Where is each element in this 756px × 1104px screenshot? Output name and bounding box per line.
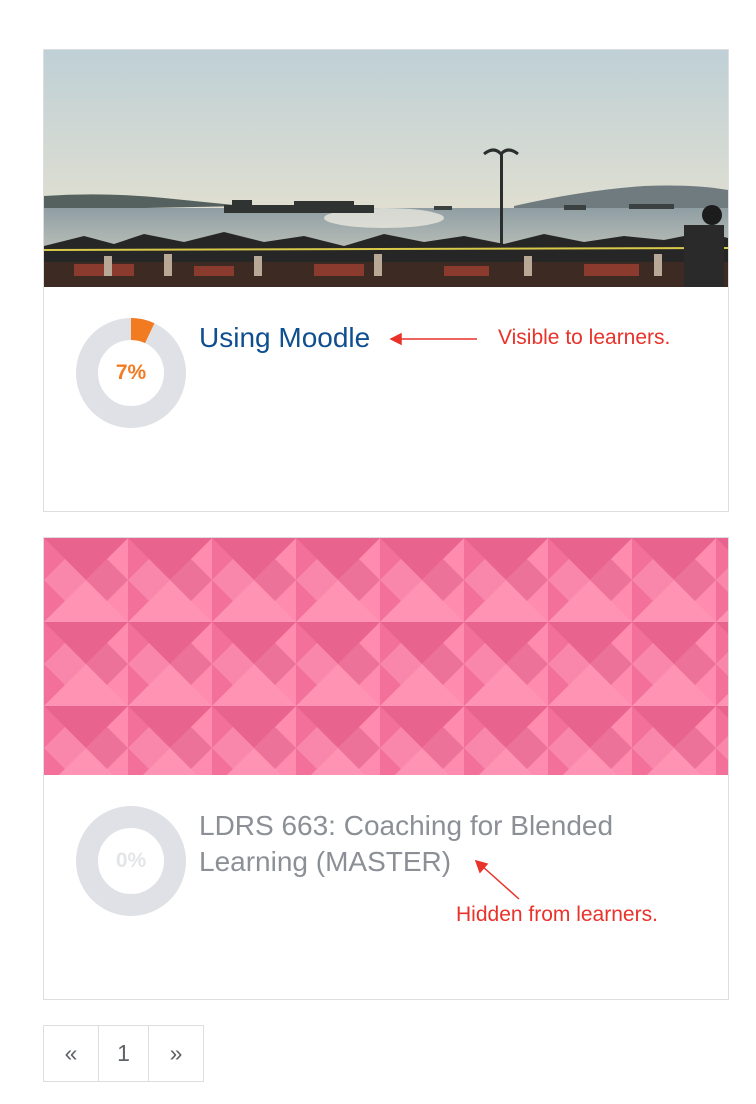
course-title-link[interactable]: LDRS 663: Coaching for Blended Learning … xyxy=(199,808,669,880)
progress-percentage: 7% xyxy=(115,361,147,384)
progress-percentage: 0% xyxy=(115,849,147,872)
course-card: 0% LDRS 663: Coaching for Blended Learni… xyxy=(43,537,729,1000)
beach-photo xyxy=(44,50,728,287)
annotation-visible: Visible to learners. xyxy=(498,326,671,349)
pagination-next[interactable]: » xyxy=(149,1026,203,1081)
course-image-pattern[interactable] xyxy=(44,538,728,775)
pagination-page-1[interactable]: 1 xyxy=(99,1026,149,1081)
course-card: 7% Using Moodle xyxy=(43,49,729,512)
course-image-beach[interactable] xyxy=(44,50,728,287)
progress-chart: 7% xyxy=(76,318,186,428)
progress-chart: 0% xyxy=(76,806,186,916)
pink-geometric-pattern xyxy=(44,538,728,775)
annotation-hidden: Hidden from learners. xyxy=(456,903,658,926)
pagination-previous[interactable]: « xyxy=(44,1026,99,1081)
pagination: « 1 » xyxy=(43,1025,204,1082)
